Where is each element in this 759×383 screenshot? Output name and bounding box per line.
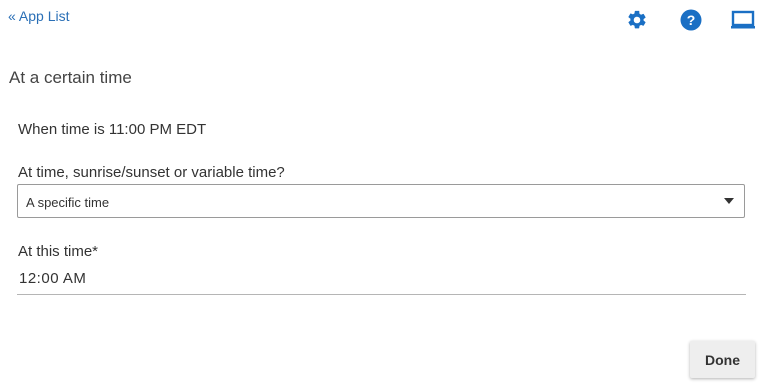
- done-button[interactable]: Done: [690, 341, 755, 378]
- time-type-label: At time, sunrise/sunset or variable time…: [18, 164, 285, 181]
- caret-down-icon: [724, 198, 734, 204]
- screen-icon[interactable]: [731, 8, 755, 32]
- help-icon[interactable]: ?: [679, 8, 703, 32]
- page-title: At a certain time: [9, 68, 132, 87]
- time-input[interactable]: 12:00 AM: [17, 263, 746, 295]
- time-type-selected-value: A specific time: [26, 195, 110, 210]
- trigger-summary: When time is 11:00 PM EDT: [18, 121, 207, 138]
- gear-icon[interactable]: [625, 8, 649, 32]
- app-page: « App List ? At a certain time When time…: [0, 0, 759, 383]
- time-input-value: 12:00 AM: [19, 270, 87, 287]
- svg-text:?: ?: [687, 12, 696, 28]
- time-type-select[interactable]: A specific time: [17, 184, 745, 218]
- time-field-label: At this time*: [18, 243, 99, 260]
- back-to-app-list-link[interactable]: « App List: [8, 8, 70, 24]
